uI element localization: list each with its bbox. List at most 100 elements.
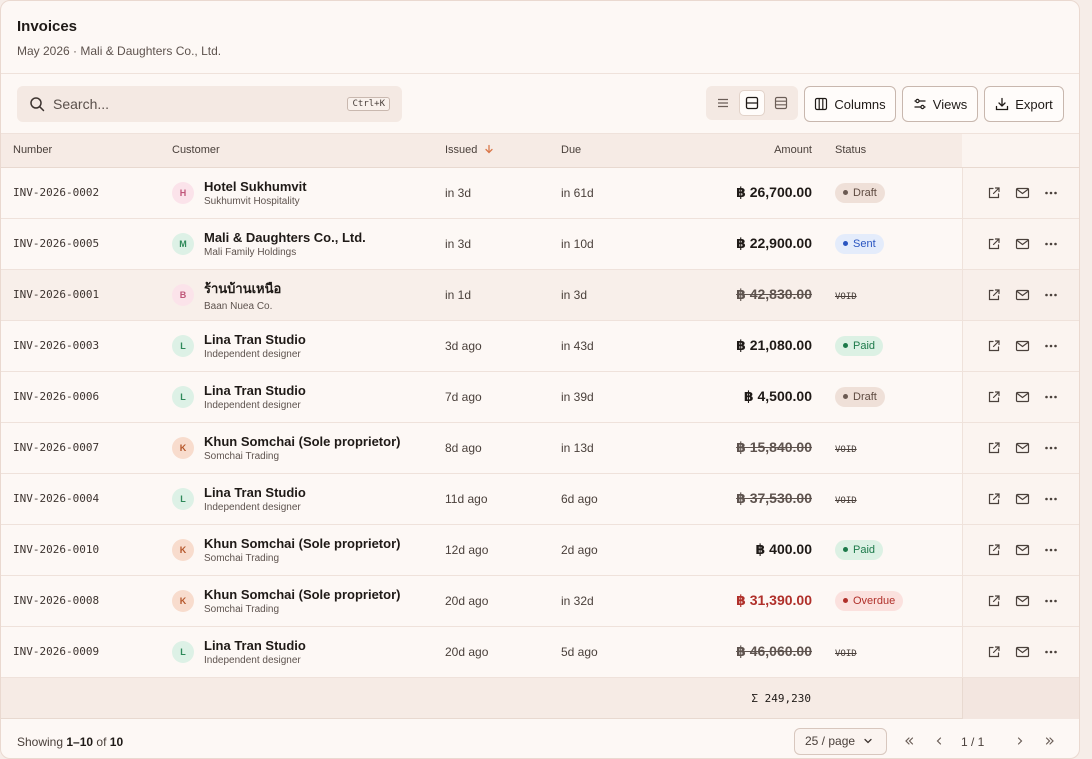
mail-icon[interactable] bbox=[1015, 288, 1030, 302]
more-icon[interactable] bbox=[1044, 390, 1058, 404]
customer-subtitle: Independent designer bbox=[204, 399, 301, 411]
mail-icon[interactable] bbox=[1015, 441, 1030, 455]
mail-icon[interactable] bbox=[1015, 237, 1030, 251]
avatar: L bbox=[172, 334, 194, 357]
row-actions-group bbox=[963, 645, 1080, 659]
mail-icon[interactable] bbox=[1015, 543, 1030, 557]
page-size-select[interactable]: 25 / page bbox=[794, 727, 887, 755]
previous-page-button[interactable] bbox=[930, 732, 948, 750]
table-row[interactable]: INV-2026-0003 L Lina Tran Studio Indepen… bbox=[1, 320, 1080, 372]
status-badge: Overdue bbox=[835, 590, 904, 611]
search-input[interactable] bbox=[53, 96, 348, 112]
column-header-issued[interactable]: Issued bbox=[433, 134, 550, 168]
table-row[interactable]: INV-2026-0002 H Hotel Sukhumvit Sukhumvi… bbox=[1, 167, 1080, 219]
mail-icon[interactable] bbox=[1015, 492, 1030, 506]
last-page-button[interactable] bbox=[1041, 732, 1059, 750]
customer-cell: H Hotel Sukhumvit Sukhumvit Hospitality bbox=[161, 167, 433, 219]
chevron-left-icon bbox=[936, 736, 942, 745]
export-button[interactable]: Export bbox=[984, 86, 1064, 122]
status-void-label: VOID bbox=[835, 495, 857, 506]
row-actions-group bbox=[963, 339, 1080, 353]
status-dot bbox=[843, 547, 848, 552]
customer-subtitle: Independent designer bbox=[204, 654, 301, 666]
external-link-icon[interactable] bbox=[987, 645, 1001, 659]
more-icon[interactable] bbox=[1044, 288, 1058, 302]
external-link-icon[interactable] bbox=[987, 186, 1001, 200]
more-icon[interactable] bbox=[1044, 543, 1058, 557]
more-icon[interactable] bbox=[1044, 186, 1058, 200]
customer-block: K Khun Somchai (Sole proprietor) Somchai… bbox=[172, 587, 433, 615]
issued-date: in 3d bbox=[433, 167, 550, 219]
external-link-icon[interactable] bbox=[987, 237, 1001, 251]
more-icon[interactable] bbox=[1044, 237, 1058, 251]
due-date: in 32d bbox=[550, 575, 668, 627]
more-icon[interactable] bbox=[1044, 594, 1058, 608]
external-link-icon[interactable] bbox=[987, 492, 1001, 506]
mail-icon[interactable] bbox=[1015, 390, 1030, 404]
first-page-button[interactable] bbox=[900, 732, 918, 750]
mail-icon[interactable] bbox=[1015, 645, 1030, 659]
table-row[interactable]: INV-2026-0009 L Lina Tran Studio Indepen… bbox=[1, 626, 1080, 678]
column-header-status[interactable]: Status bbox=[824, 134, 962, 168]
customer-text: ร้านบ้านเหนือ Baan Nuea Co. bbox=[204, 278, 281, 312]
table-row[interactable]: INV-2026-0004 L Lina Tran Studio Indepen… bbox=[1, 473, 1079, 525]
chevrons-right-icon bbox=[1045, 736, 1054, 745]
columns-button[interactable]: Columns bbox=[804, 86, 896, 122]
next-page-button[interactable] bbox=[1011, 732, 1029, 750]
density-list-button[interactable] bbox=[710, 90, 737, 116]
external-link-icon[interactable] bbox=[987, 390, 1001, 404]
status-badge: Paid bbox=[835, 539, 884, 560]
table-row[interactable]: INV-2026-0008 K Khun Somchai (Sole propr… bbox=[1, 575, 1079, 627]
row-actions-group bbox=[963, 186, 1080, 200]
customer-name: Khun Somchai (Sole proprietor) bbox=[204, 586, 401, 602]
column-header-amount[interactable]: Amount bbox=[668, 134, 824, 168]
customer-subtitle: Mali Family Holdings bbox=[204, 246, 297, 258]
avatar: L bbox=[172, 385, 194, 408]
external-link-icon[interactable] bbox=[987, 543, 1001, 557]
more-icon[interactable] bbox=[1044, 645, 1058, 659]
summary-row: Σ 249,230 bbox=[1, 677, 1079, 719]
search-box[interactable]: Ctrl+K bbox=[17, 86, 402, 122]
status-label: Draft bbox=[853, 390, 877, 403]
external-link-icon[interactable] bbox=[987, 339, 1001, 353]
issued-date: 20d ago bbox=[433, 575, 550, 627]
mail-icon[interactable] bbox=[1015, 339, 1030, 353]
comfortable-density-icon bbox=[745, 96, 759, 110]
column-header-number[interactable]: Number bbox=[1, 134, 161, 168]
mail-icon[interactable] bbox=[1015, 186, 1030, 200]
status-dot bbox=[843, 190, 848, 195]
column-header-customer[interactable]: Customer bbox=[161, 134, 433, 168]
views-button[interactable]: Views bbox=[902, 86, 978, 122]
more-icon[interactable] bbox=[1044, 339, 1058, 353]
column-header-due[interactable]: Due bbox=[550, 134, 668, 168]
invoices-table: Number Customer Issued Due Amount Status… bbox=[1, 134, 1080, 678]
more-icon[interactable] bbox=[1044, 492, 1058, 506]
table-row[interactable]: INV-2026-0006 L Lina Tran Studio Indepen… bbox=[1, 371, 1079, 423]
table-row[interactable]: INV-2026-0005 M Mali & Daughters Co., Lt… bbox=[1, 218, 1079, 270]
issued-date: 20d ago bbox=[433, 626, 550, 678]
status-void-label: VOID bbox=[835, 444, 857, 455]
showing-count: Showing 1–10 of 10 bbox=[17, 735, 123, 749]
customer-block: K Khun Somchai (Sole proprietor) Somchai… bbox=[172, 536, 433, 564]
table-row[interactable]: INV-2026-0001 B ร้านบ้านเหนือ Baan Nuea … bbox=[1, 269, 1079, 321]
table-row[interactable]: INV-2026-0010 K Khun Somchai (Sole propr… bbox=[1, 524, 1079, 576]
more-icon[interactable] bbox=[1044, 441, 1058, 455]
external-link-icon[interactable] bbox=[987, 594, 1001, 608]
columns-icon bbox=[815, 97, 828, 111]
status-label: Overdue bbox=[853, 594, 896, 607]
showing-of: of bbox=[93, 734, 110, 749]
invoice-amount: ฿ 26,700.00 bbox=[668, 167, 824, 219]
density-comfortable-button[interactable] bbox=[738, 90, 766, 116]
external-link-icon[interactable] bbox=[987, 441, 1001, 455]
status-badge: Draft bbox=[835, 386, 885, 407]
mail-icon[interactable] bbox=[1015, 594, 1030, 608]
customer-block: B ร้านบ้านเหนือ Baan Nuea Co. bbox=[172, 278, 433, 312]
table-row[interactable]: INV-2026-0007 K Khun Somchai (Sole propr… bbox=[1, 422, 1079, 474]
issued-date: in 3d bbox=[433, 218, 550, 270]
row-actions bbox=[961, 575, 1079, 627]
external-link-icon[interactable] bbox=[987, 288, 1001, 302]
pagination-footer: Showing 1–10 of 10 25 / page 1 / 1 bbox=[1, 719, 1079, 759]
density-compact-button[interactable] bbox=[767, 90, 794, 116]
search-shortcut: Ctrl+K bbox=[347, 97, 390, 111]
avatar: L bbox=[172, 487, 194, 510]
